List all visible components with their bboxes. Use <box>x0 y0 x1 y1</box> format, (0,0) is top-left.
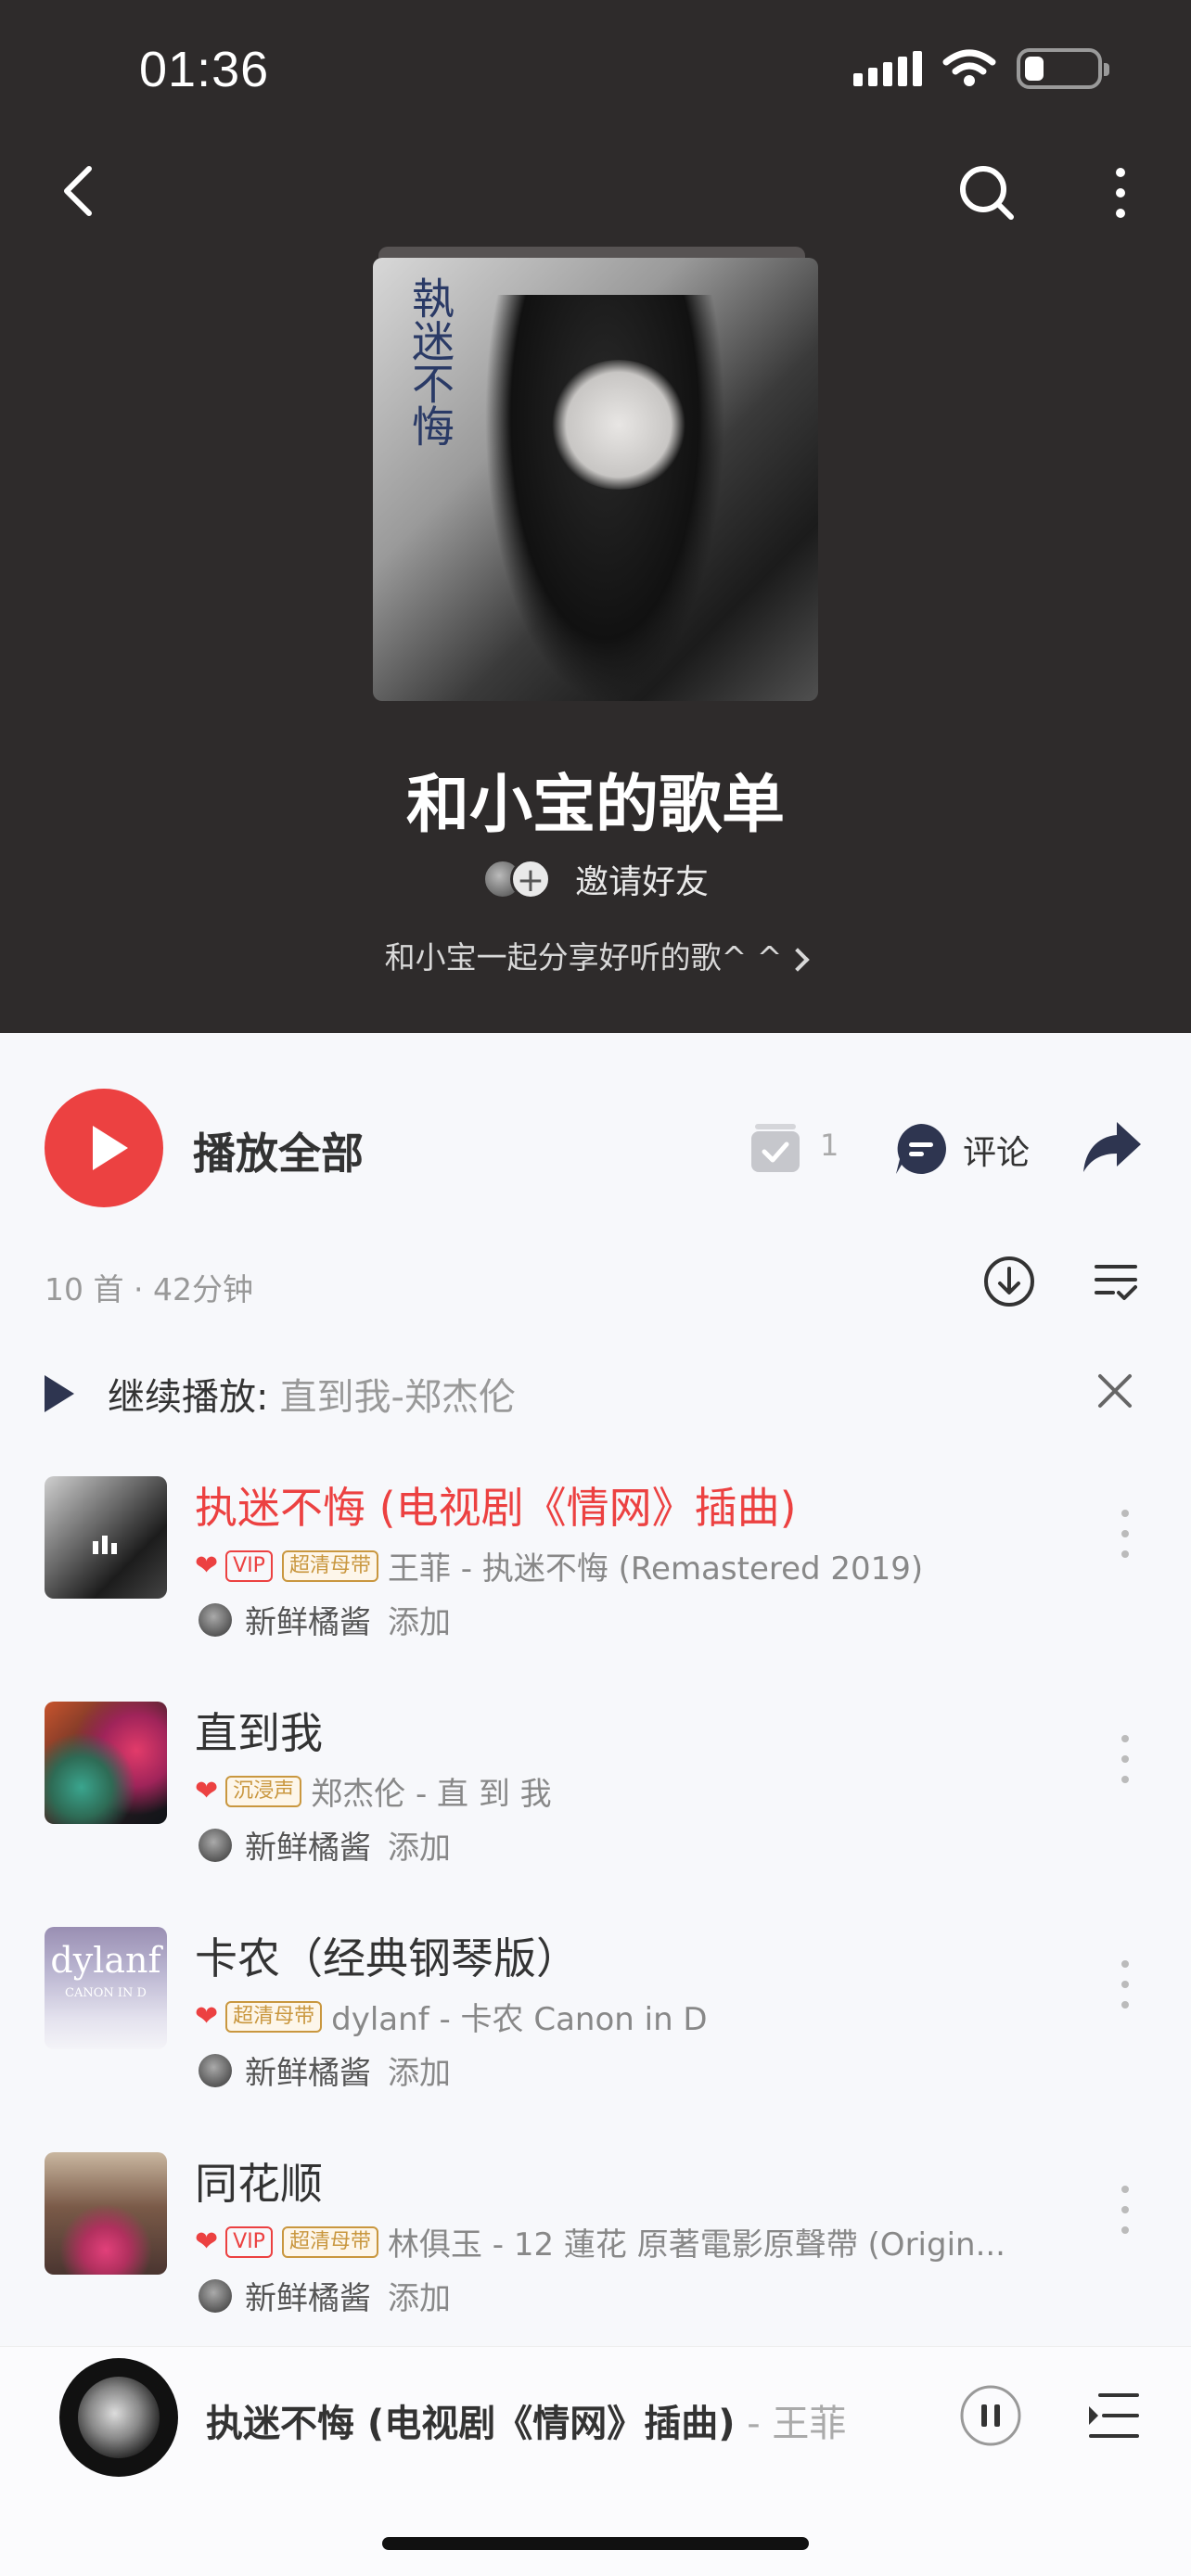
adder-action: 添加 <box>388 1604 451 1641</box>
more-vertical-icon[interactable] <box>1119 1510 1132 1565</box>
liked-heart-icon[interactable]: ❤ <box>195 2000 218 2033</box>
battery-icon <box>1017 48 1109 89</box>
status-icons <box>853 48 1109 89</box>
download-icon[interactable] <box>983 1256 1035 1307</box>
adder-name: 新鲜橘酱 <box>245 2280 371 2317</box>
mini-song-artist: - 王菲 <box>735 2403 847 2445</box>
quality-tag: 超清母带 <box>281 1549 378 1582</box>
wifi-icon <box>942 49 996 86</box>
song-info: ❤ 超清母带 dylanf - 卡农 Canon in D <box>195 1994 708 2039</box>
song-row[interactable]: dylanf CANON IN D 卡农（经典钢琴版） ❤ 超清母带 dylan… <box>0 1927 1191 2151</box>
adder-action: 添加 <box>388 2055 451 2092</box>
thumb-subtitle: CANON IN D <box>65 1986 147 2000</box>
song-adder: 新鲜橘酱 添加 <box>198 1822 451 1868</box>
play-all-button[interactable] <box>45 1089 163 1207</box>
cover-calligraphy: 執迷不悔 <box>405 276 455 447</box>
song-thumbnail <box>45 1476 167 1599</box>
vip-tag: VIP <box>225 1549 273 1582</box>
continue-playing-bar[interactable]: 继续播放: 直到我-郑杰伦 <box>45 1367 516 1421</box>
play-icon <box>45 1375 74 1412</box>
playlist-description[interactable]: 和小宝一起分享好听的歌^ ^ <box>0 933 1191 977</box>
continue-song: 直到我-郑杰伦 <box>279 1376 516 1419</box>
plus-icon: + <box>510 859 551 899</box>
liked-heart-icon[interactable]: ❤ <box>195 2225 218 2258</box>
song-adder: 新鲜橘酱 添加 <box>198 2273 451 2318</box>
song-title: 执迷不悔 (电视剧《情网》插曲) <box>195 1483 797 1533</box>
song-thumbnail <box>45 1702 167 1824</box>
more-vertical-icon[interactable] <box>1119 1960 1132 2016</box>
comment-label[interactable]: 评论 <box>963 1126 1030 1174</box>
song-row[interactable]: 同花顺 ❤ VIP 超清母带 林俱玉 - 12 蓮花 原著電影原聲帶 (Orig… <box>0 2152 1191 2377</box>
pause-icon[interactable] <box>959 2384 1022 2447</box>
mini-player-title[interactable]: 执迷不悔 (电视剧《情网》插曲) - 王菲 <box>206 2393 846 2447</box>
invite-friends[interactable]: + 邀请好友 <box>482 855 709 903</box>
play-all-label[interactable]: 播放全部 <box>193 1120 364 1181</box>
search-icon[interactable] <box>957 163 1017 223</box>
description-text: 和小宝一起分享好听的歌^ ^ <box>384 939 783 976</box>
multi-select-icon[interactable] <box>1095 1261 1137 1304</box>
more-vertical-icon[interactable] <box>1119 2186 1132 2241</box>
liked-heart-icon[interactable]: ❤ <box>195 1549 218 1582</box>
share-icon[interactable] <box>1082 1120 1143 1174</box>
song-title: 直到我 <box>195 1708 323 1758</box>
collect-icon[interactable] <box>749 1122 801 1174</box>
playlist-queue-icon[interactable] <box>1087 2390 1139 2442</box>
collect-count: 1 <box>820 1128 839 1163</box>
invite-label: 邀请好友 <box>575 863 710 901</box>
adder-action: 添加 <box>388 2280 451 2317</box>
song-artist-album: 郑杰伦 - 直 到 我 <box>311 1776 552 1813</box>
collaborator-avatars: + <box>482 859 551 899</box>
home-indicator[interactable] <box>382 2537 809 2550</box>
thumb-logo-text: dylanf <box>50 1940 161 1981</box>
avatar <box>198 2053 232 2087</box>
chevron-right-icon <box>786 948 811 972</box>
song-info: ❤ VIP 超清母带 王菲 - 执迷不悔 (Remastered 2019) <box>195 1543 923 1588</box>
song-thumbnail: dylanf CANON IN D <box>45 1927 167 2049</box>
continue-label: 继续播放: <box>108 1376 269 1419</box>
quality-tag: 超清母带 <box>225 2000 323 2033</box>
quality-tag: 超清母带 <box>281 2225 378 2258</box>
vip-tag: VIP <box>225 2225 273 2258</box>
song-artist-album: 林俱玉 - 12 蓮花 原著電影原聲帶 (Origin... <box>387 2226 1005 2264</box>
mini-song-title: 执迷不悔 (电视剧《情网》插曲) <box>206 2403 736 2445</box>
adder-name: 新鲜橘酱 <box>245 1604 371 1641</box>
cellular-signal-icon <box>853 51 922 86</box>
playlist-title: 和小宝的歌单 <box>405 769 785 842</box>
more-vertical-icon[interactable] <box>1104 163 1137 223</box>
comment-icon[interactable] <box>894 1122 948 1176</box>
song-title: 卡农（经典钢琴版） <box>195 1933 579 1983</box>
playlist-header: 01:36 執迷不悔 和小宝的歌单 + 邀请好友 和小宝一起分享好听的歌^ ^ <box>0 0 1191 1033</box>
more-vertical-icon[interactable] <box>1119 1735 1132 1791</box>
adder-name: 新鲜橘酱 <box>245 1830 371 1867</box>
adder-action: 添加 <box>388 1830 451 1867</box>
status-time: 01:36 <box>139 42 270 97</box>
song-info: ❤ 沉浸声 郑杰伦 - 直 到 我 <box>195 1768 552 1814</box>
avatar <box>198 1602 232 1637</box>
mini-player-disc[interactable] <box>59 2358 178 2477</box>
song-row[interactable]: 直到我 ❤ 沉浸声 郑杰伦 - 直 到 我 新鲜橘酱 添加 <box>0 1702 1191 1926</box>
song-artist-album: 王菲 - 执迷不悔 (Remastered 2019) <box>387 1550 924 1588</box>
song-adder: 新鲜橘酱 添加 <box>198 1597 451 1642</box>
song-adder: 新鲜橘酱 添加 <box>198 2047 451 2093</box>
song-info: ❤ VIP 超清母带 林俱玉 - 12 蓮花 原著電影原聲帶 (Origin..… <box>195 2219 1005 2264</box>
adder-name: 新鲜橘酱 <box>245 2055 371 2092</box>
song-artist-album: dylanf - 卡农 Canon in D <box>331 2001 708 2038</box>
playlist-cover[interactable]: 執迷不悔 <box>373 258 818 701</box>
quality-tag: 沉浸声 <box>225 1775 302 1807</box>
song-row[interactable]: 执迷不悔 (电视剧《情网》插曲) ❤ VIP 超清母带 王菲 - 执迷不悔 (R… <box>0 1476 1191 1701</box>
liked-heart-icon[interactable]: ❤ <box>195 1775 218 1807</box>
playlist-meta: 10 首 · 42分钟 <box>45 1271 253 1307</box>
song-thumbnail <box>45 2152 167 2275</box>
avatar <box>198 2278 232 2313</box>
now-playing-icon <box>93 1536 117 1554</box>
avatar <box>198 1828 232 1862</box>
back-icon[interactable] <box>52 163 108 219</box>
song-title: 同花顺 <box>195 2159 323 2209</box>
close-icon[interactable] <box>1096 1372 1133 1409</box>
